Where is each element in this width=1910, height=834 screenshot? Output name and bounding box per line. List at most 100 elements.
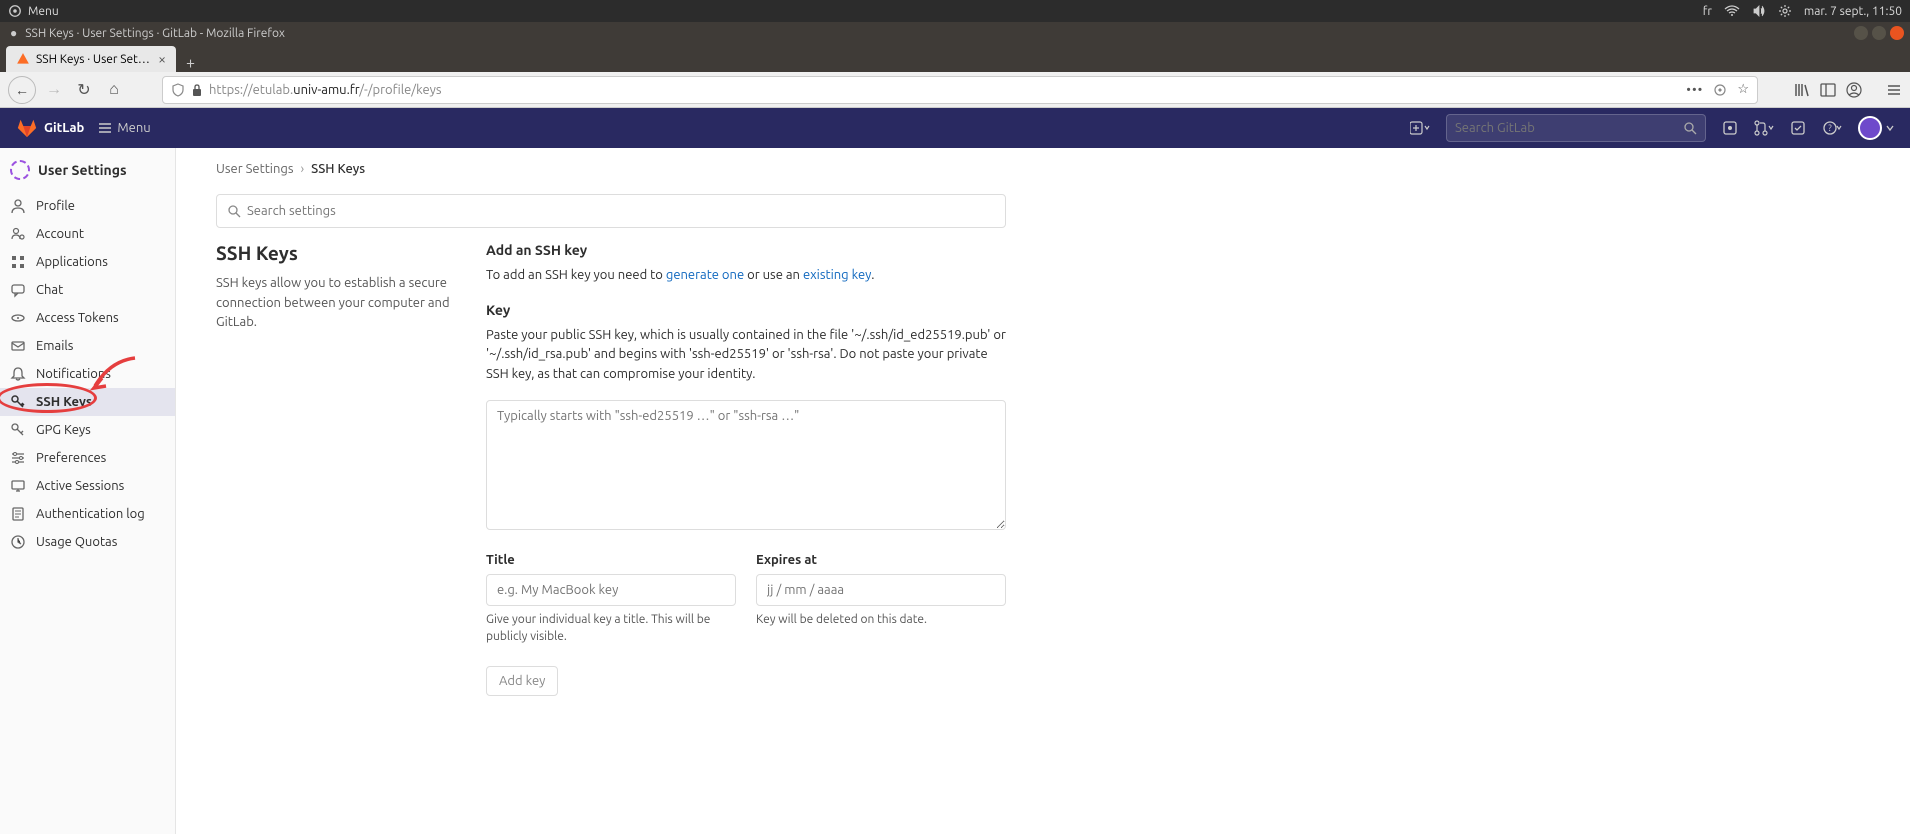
- page-description: SSH keys allow you to establish a secure…: [216, 274, 466, 333]
- forward-button[interactable]: →: [42, 78, 66, 102]
- lock-icon[interactable]: [191, 83, 203, 97]
- tab-title: SSH Keys · User Settings: [36, 53, 152, 66]
- sidebar-item-preferences[interactable]: Preferences: [0, 444, 175, 472]
- breadcrumb-separator: ›: [301, 162, 305, 176]
- os-lang-indicator[interactable]: fr: [1703, 5, 1712, 18]
- merge-requests-icon[interactable]: [1754, 120, 1774, 136]
- sidebar-item-notifications[interactable]: Notifications: [0, 360, 175, 388]
- user-settings-icon: [10, 160, 30, 180]
- sidebar-item-label: Authentication log: [36, 507, 145, 521]
- gitlab-search-bar[interactable]: [1446, 114, 1706, 142]
- sidebar-item-auth-log[interactable]: Authentication log: [0, 500, 175, 528]
- avatar-icon: [1858, 116, 1882, 140]
- gitlab-brand-text: GitLab: [44, 121, 84, 135]
- sidebar-item-label: Usage Quotas: [36, 535, 117, 549]
- sidebar-item-gpg-keys[interactable]: GPG Keys: [0, 416, 175, 444]
- home-button[interactable]: ⌂: [102, 78, 126, 102]
- key-field-label: Key: [486, 302, 1006, 318]
- applications-icon: [10, 254, 26, 270]
- tab-close-button[interactable]: ×: [158, 51, 166, 67]
- sidebar-item-label: Profile: [36, 199, 75, 213]
- sidebar-item-usage-quotas[interactable]: Usage Quotas: [0, 528, 175, 556]
- page-actions-icon[interactable]: •••: [1686, 83, 1703, 97]
- sidebar-item-label: Active Sessions: [36, 479, 124, 493]
- page-heading: SSH Keys: [216, 242, 466, 264]
- key-icon: [10, 394, 26, 410]
- os-menu-label[interactable]: Menu: [28, 5, 59, 18]
- sidebar-item-label: Notifications: [36, 367, 111, 381]
- sidebar-item-label: Preferences: [36, 451, 106, 465]
- sidebar-heading[interactable]: User Settings: [0, 148, 175, 192]
- quota-icon: [10, 534, 26, 550]
- sidebar-item-chat[interactable]: Chat: [0, 276, 175, 304]
- tab-favicon-icon: [16, 52, 30, 66]
- window-minimize-button[interactable]: [1854, 26, 1868, 40]
- os-clock[interactable]: mar. 7 sept., 11:50: [1804, 5, 1902, 18]
- wifi-icon[interactable]: [1724, 5, 1740, 17]
- bell-icon: [10, 366, 26, 382]
- sidebar-heading-label: User Settings: [38, 162, 127, 178]
- browser-tab-active[interactable]: SSH Keys · User Settings ×: [6, 46, 176, 72]
- bookmark-star-icon[interactable]: ☆: [1737, 82, 1749, 97]
- browser-tabs: SSH Keys · User Settings × +: [0, 44, 1910, 72]
- sidebar-item-access-tokens[interactable]: Access Tokens: [0, 304, 175, 332]
- add-key-button[interactable]: Add key: [486, 666, 558, 696]
- window-title-text: SSH Keys · User Settings · GitLab - Mozi…: [25, 27, 285, 40]
- settings-gear-icon[interactable]: [1778, 4, 1792, 18]
- volume-icon[interactable]: [1752, 4, 1766, 18]
- url-bar[interactable]: https://etulab.univ-amu.fr/-/profile/key…: [162, 76, 1758, 104]
- key-textarea[interactable]: [486, 400, 1006, 530]
- window-maximize-button[interactable]: [1872, 26, 1886, 40]
- account-icon[interactable]: [1846, 82, 1862, 98]
- plus-dropdown-button[interactable]: [1410, 121, 1430, 135]
- url-text: https://etulab.univ-amu.fr/-/profile/key…: [209, 83, 442, 97]
- sidebar-item-emails[interactable]: Emails: [0, 332, 175, 360]
- gitlab-search-input[interactable]: [1455, 121, 1677, 135]
- generate-key-link[interactable]: generate one: [666, 268, 744, 282]
- help-icon[interactable]: ?: [1822, 120, 1842, 136]
- breadcrumb-current: SSH Keys: [311, 162, 365, 176]
- log-icon: [10, 506, 26, 522]
- todos-icon[interactable]: [1790, 120, 1806, 136]
- sidebar-item-label: GPG Keys: [36, 423, 91, 437]
- sidebar-item-active-sessions[interactable]: Active Sessions: [0, 472, 175, 500]
- profile-icon: [10, 198, 26, 214]
- reload-button[interactable]: ↻: [72, 78, 96, 102]
- add-key-text: To add an SSH key you need to generate o…: [486, 266, 1006, 286]
- settings-search-input[interactable]: [247, 204, 995, 218]
- title-input[interactable]: [486, 574, 736, 606]
- sidebar-toggle-icon[interactable]: [1820, 82, 1836, 98]
- library-icon[interactable]: [1794, 82, 1810, 98]
- gitlab-logo[interactable]: GitLab: [16, 117, 84, 139]
- sidebar-item-label: SSH Keys: [36, 395, 92, 409]
- breadcrumb-root-link[interactable]: User Settings: [216, 162, 294, 176]
- breadcrumb: User Settings › SSH Keys: [216, 162, 1870, 176]
- hamburger-menu-icon[interactable]: [1886, 82, 1902, 98]
- sidebar-item-ssh-keys[interactable]: SSH Keys: [0, 388, 175, 416]
- gitlab-menu-button[interactable]: Menu: [98, 121, 150, 135]
- browser-toolbar: ← → ↻ ⌂ https://etulab.univ-amu.fr/-/pro…: [0, 72, 1910, 108]
- user-avatar-dropdown[interactable]: [1858, 116, 1894, 140]
- expires-hint: Key will be deleted on this date.: [756, 612, 1006, 629]
- sidebar-item-label: Applications: [36, 255, 108, 269]
- permissions-icon[interactable]: [1713, 83, 1727, 97]
- issues-icon[interactable]: [1722, 120, 1738, 136]
- window-close-button[interactable]: [1890, 26, 1904, 40]
- new-tab-button[interactable]: +: [176, 54, 205, 72]
- existing-key-link[interactable]: existing key: [803, 268, 871, 282]
- sidebar-item-label: Chat: [36, 283, 63, 297]
- settings-search-bar[interactable]: [216, 194, 1006, 228]
- sidebar-item-account[interactable]: Account: [0, 220, 175, 248]
- os-launcher-icon[interactable]: [8, 4, 22, 18]
- os-menubar: Menu fr mar. 7 sept., 11:50: [0, 0, 1910, 22]
- search-icon: [1683, 121, 1697, 135]
- settings-sidebar: User Settings Profile Account Applicatio…: [0, 148, 176, 834]
- svg-text:?: ?: [1828, 123, 1832, 133]
- expires-input[interactable]: [756, 574, 1006, 606]
- sidebar-item-profile[interactable]: Profile: [0, 192, 175, 220]
- sidebar-item-applications[interactable]: Applications: [0, 248, 175, 276]
- gitlab-menu-label: Menu: [117, 121, 150, 135]
- title-hint: Give your individual key a title. This w…: [486, 612, 736, 646]
- shield-icon[interactable]: [171, 83, 185, 97]
- back-button[interactable]: ←: [8, 76, 36, 104]
